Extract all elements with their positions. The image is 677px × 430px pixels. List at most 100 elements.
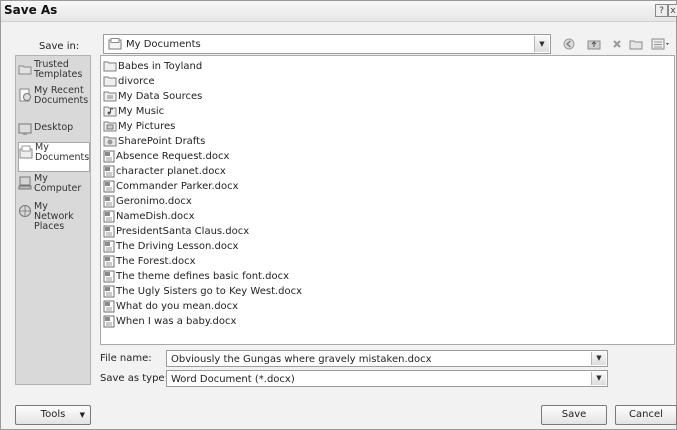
place-desktop[interactable]: Desktop (18, 120, 90, 136)
word-document-icon (103, 195, 115, 208)
place-label: My Computer (34, 173, 82, 194)
file-item[interactable]: character planet.docx (103, 164, 226, 178)
recent-documents-icon (19, 88, 31, 102)
delete-icon[interactable] (609, 37, 625, 51)
file-item-label: What do you mean.docx (116, 300, 239, 312)
folder-item[interactable]: My Pictures (103, 119, 175, 133)
file-list[interactable]: Babes in Toyland divorce My Data Sources My… (100, 55, 675, 345)
folder-item[interactable]: My Music (103, 104, 164, 118)
file-item-label: Absence Request.docx (116, 150, 230, 162)
save-as-type-value: Word Document (*.docx) (171, 374, 295, 385)
place-my-network-places[interactable]: My Network Places (18, 202, 90, 232)
file-item[interactable]: PresidentSanta Claus.docx (103, 224, 249, 238)
file-item[interactable]: Absence Request.docx (103, 149, 229, 163)
word-document-icon (103, 240, 115, 253)
folder-item[interactable]: divorce (103, 74, 155, 88)
folder-icon (103, 75, 117, 87)
data-source-folder-icon (103, 90, 117, 102)
file-name-label: File name: (100, 353, 152, 364)
dialog-title: Save As (4, 3, 58, 17)
save-in-label: Save in: (39, 41, 80, 52)
desktop-icon (18, 123, 32, 135)
tools-label: Tools (40, 409, 66, 420)
file-item-label: The theme defines basic font.docx (116, 270, 290, 282)
new-folder-icon[interactable] (628, 37, 644, 51)
file-item-label: Geronimo.docx (116, 195, 192, 207)
file-item[interactable]: The theme defines basic font.docx (103, 269, 289, 283)
cancel-label: Cancel (629, 409, 663, 420)
word-document-icon (103, 225, 115, 238)
chevron-down-icon[interactable]: ▼ (534, 36, 549, 52)
file-item[interactable]: What do you mean.docx (103, 299, 238, 313)
word-document-icon (103, 180, 115, 193)
save-button[interactable]: Save (541, 405, 607, 425)
place-my-computer[interactable]: My Computer (18, 174, 90, 194)
file-item[interactable]: NameDish.docx (103, 209, 195, 223)
file-item[interactable]: The Driving Lesson.docx (103, 239, 238, 253)
file-item-label: divorce (118, 75, 155, 87)
save-as-dialog: Save As ? x Save in: My Documents ▼ Trus… (0, 0, 677, 430)
up-folder-icon[interactable] (586, 37, 602, 51)
save-label: Save (561, 409, 587, 420)
chevron-down-icon[interactable]: ▼ (591, 352, 606, 365)
word-document-icon (103, 285, 115, 298)
views-icon[interactable] (650, 37, 672, 51)
place-label: Trusted Templates (34, 59, 83, 80)
place-label: My Recent Documents (34, 85, 89, 106)
network-places-icon (19, 205, 31, 217)
folder-item[interactable]: SharePoint Drafts (103, 134, 205, 148)
place-my-recent-documents[interactable]: My Recent Documents (18, 86, 90, 106)
save-in-dropdown[interactable]: My Documents ▼ (103, 34, 551, 54)
file-item-label: The Forest.docx (116, 255, 196, 267)
tools-button[interactable]: Tools ▼ (15, 405, 91, 425)
help-button[interactable]: ? (655, 4, 668, 17)
file-item-label: The Driving Lesson.docx (116, 240, 239, 252)
file-name-input[interactable]: Obviously the Gungas where gravely mista… (166, 350, 608, 367)
trusted-templates-icon (18, 65, 32, 75)
word-document-icon (103, 210, 115, 223)
file-item-label: PresidentSanta Claus.docx (116, 225, 250, 237)
file-item[interactable]: When I was a baby.docx (103, 314, 236, 328)
word-document-icon (103, 315, 115, 328)
file-item[interactable]: The Ugly Sisters go to Key West.docx (103, 284, 302, 298)
title-bar: Save As ? x (1, 1, 677, 22)
chevron-down-icon: ▼ (79, 411, 85, 419)
cancel-button[interactable]: Cancel (615, 405, 677, 425)
my-documents-icon (108, 38, 122, 50)
places-bar: Trusted Templates My Recent Documents De… (15, 55, 91, 385)
file-item-label: SharePoint Drafts (118, 135, 206, 147)
file-item-label: When I was a baby.docx (116, 315, 237, 327)
folder-item[interactable]: My Data Sources (103, 89, 202, 103)
place-label: Desktop (34, 122, 74, 133)
save-as-type-dropdown[interactable]: Word Document (*.docx) ▼ (166, 370, 608, 387)
folder-item[interactable]: Babes in Toyland (103, 59, 202, 73)
file-item-label: Babes in Toyland (118, 60, 203, 72)
place-trusted-templates[interactable]: Trusted Templates (18, 60, 90, 80)
save-in-value: My Documents (126, 39, 201, 50)
back-icon[interactable] (561, 37, 577, 51)
file-item[interactable]: Geronimo.docx (103, 194, 192, 208)
file-item-label: character planet.docx (116, 165, 226, 177)
word-document-icon (103, 255, 115, 268)
folder-icon (103, 60, 117, 72)
file-item[interactable]: Commander Parker.docx (103, 179, 239, 193)
music-folder-icon (103, 105, 117, 117)
file-item-label: My Music (118, 105, 165, 117)
sharepoint-folder-icon (103, 135, 117, 147)
my-computer-icon (18, 176, 32, 190)
word-document-icon (103, 300, 115, 313)
file-item-label: The Ugly Sisters go to Key West.docx (116, 285, 303, 297)
save-as-type-label: Save as type: (100, 373, 168, 384)
close-button[interactable]: x (668, 4, 677, 17)
my-documents-icon (19, 145, 33, 159)
file-item-label: My Pictures (118, 120, 176, 132)
word-document-icon (103, 150, 115, 163)
pictures-folder-icon (103, 120, 117, 132)
word-document-icon (103, 270, 115, 283)
place-my-documents[interactable]: My Documents (18, 142, 90, 172)
place-label: My Documents (35, 142, 90, 163)
file-item[interactable]: The Forest.docx (103, 254, 196, 268)
place-label: My Network Places (34, 201, 74, 232)
file-item-label: My Data Sources (118, 90, 203, 102)
chevron-down-icon[interactable]: ▼ (591, 372, 606, 385)
